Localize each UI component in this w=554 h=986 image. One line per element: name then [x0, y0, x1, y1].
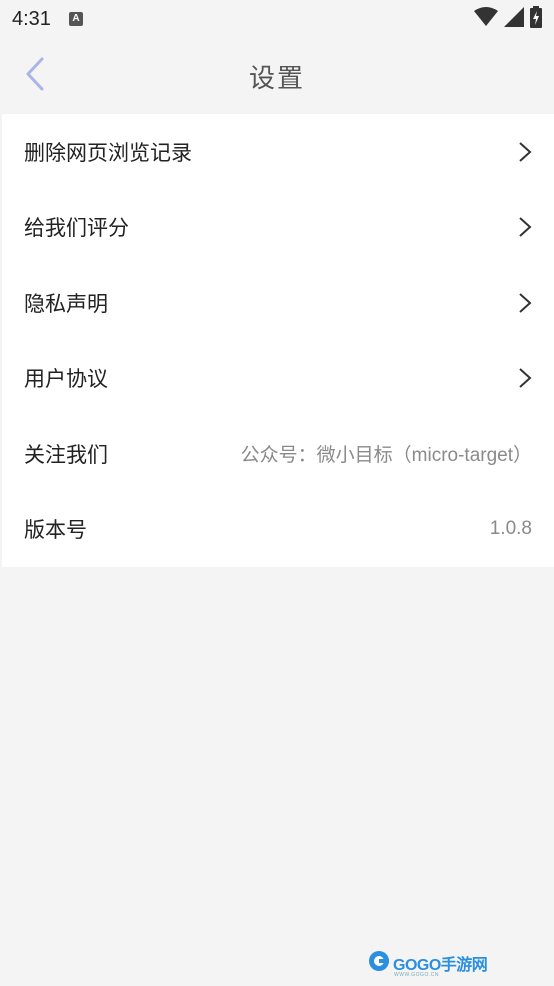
chevron-left-icon	[25, 57, 45, 95]
setting-label: 隐私声明	[24, 291, 108, 316]
watermark-subtext: WWW.GOGO.CN	[394, 972, 439, 978]
setting-label: 用户协议	[24, 367, 108, 392]
setting-rate-us[interactable]: 给我们评分	[2, 190, 554, 266]
status-bar: 4:31 A	[0, 0, 554, 38]
setting-label: 给我们评分	[24, 216, 129, 241]
version-value: 1.0.8	[489, 518, 532, 540]
logo-icon	[368, 950, 390, 976]
setting-label: 删除网页浏览记录	[24, 140, 192, 165]
setting-label: 关注我们	[24, 442, 108, 467]
setting-clear-history[interactable]: 删除网页浏览记录	[2, 114, 554, 190]
chevron-right-icon	[518, 292, 532, 314]
app-header: 设置	[0, 38, 554, 114]
notification-icon: A	[68, 12, 83, 26]
settings-list: 删除网页浏览记录 给我们评分 隐私声明 用户协议 关注我们 公众号：微小目标（m…	[2, 114, 554, 567]
chevron-right-icon	[518, 141, 532, 163]
settings-screen: 4:31 A 设置 删除网页浏览记录 给我们评分 隐私声明 用户协议 关注我们 …	[0, 0, 554, 986]
signal-icon	[504, 7, 524, 31]
follow-us-value: 公众号：微小目标（micro-target）	[240, 445, 532, 467]
setting-privacy-statement[interactable]: 隐私声明	[2, 265, 554, 341]
wifi-icon	[474, 7, 498, 31]
setting-label: 版本号	[24, 518, 87, 543]
setting-follow-us[interactable]: 关注我们 公众号：微小目标（micro-target）	[2, 416, 554, 492]
chevron-right-icon	[518, 367, 532, 389]
watermark-logo: GOGO手游网 WWW.GOGO.CN	[368, 950, 488, 978]
setting-user-agreement[interactable]: 用户协议	[2, 341, 554, 417]
status-icons	[474, 6, 542, 32]
page-title: 设置	[248, 63, 305, 94]
back-button[interactable]	[18, 54, 52, 98]
status-time: 4:31	[12, 7, 51, 30]
battery-icon	[530, 6, 542, 32]
setting-version: 版本号 1.0.8	[2, 492, 554, 568]
chevron-right-icon	[518, 216, 532, 238]
